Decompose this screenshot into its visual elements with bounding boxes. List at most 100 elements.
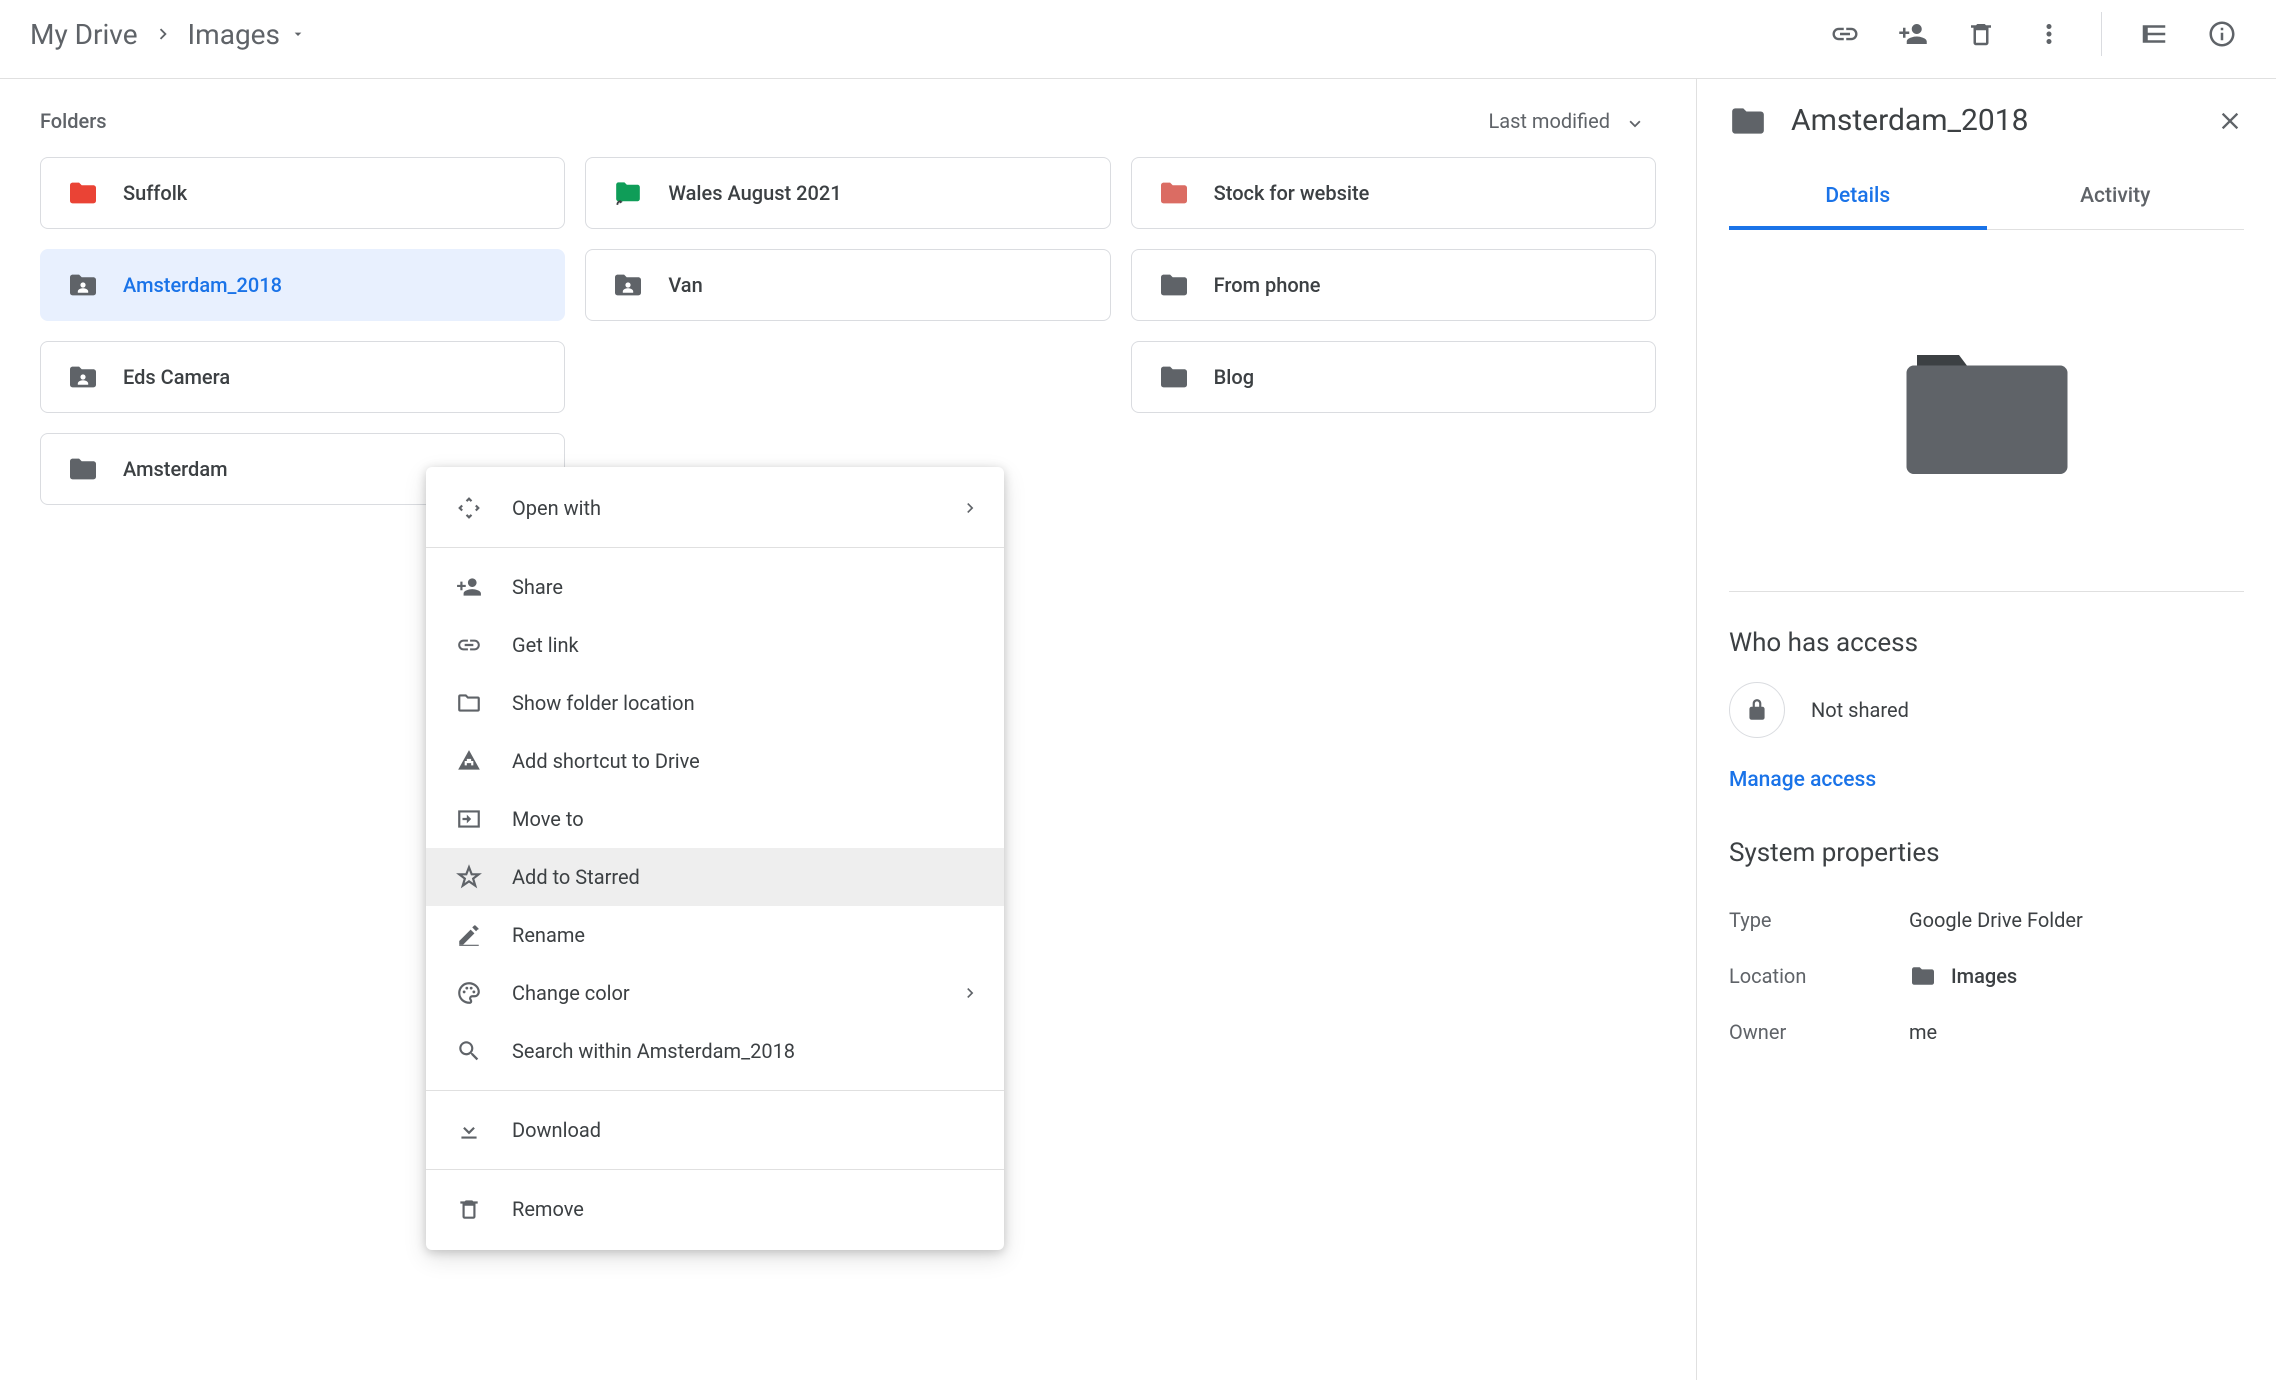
folder-name: Amsterdam_2018 (123, 273, 282, 297)
menu-show-location[interactable]: Show folder location (426, 674, 1004, 732)
trash-button[interactable] (1957, 10, 2005, 58)
folder-name: From phone (1214, 273, 1321, 297)
lock-icon (1729, 682, 1785, 738)
more-button[interactable] (2025, 10, 2073, 58)
main-area: Folders Last modified Suffolk Wales Augu… (0, 79, 1696, 1380)
prop-label: Location (1729, 964, 1909, 988)
folder-icon (1729, 105, 1767, 137)
menu-get-link[interactable]: Get link (426, 616, 1004, 674)
prop-value[interactable]: Images (1909, 964, 2017, 988)
menu-add-starred[interactable]: Add to Starred (426, 848, 1004, 906)
folder-card[interactable]: Van (585, 249, 1110, 321)
menu-divider (426, 1090, 1004, 1091)
folder-card[interactable]: Suffolk (40, 157, 565, 229)
breadcrumb-root-label: My Drive (30, 18, 138, 51)
details-tabs: Details Activity (1729, 166, 2244, 230)
folder-icon (1158, 364, 1190, 390)
folder-icon (454, 688, 484, 718)
prop-owner: Owner me (1729, 1004, 2244, 1060)
prop-location: Location Images (1729, 948, 2244, 1004)
get-link-button[interactable] (1821, 10, 1869, 58)
menu-download[interactable]: Download (426, 1101, 1004, 1159)
menu-open-with[interactable]: Open with (426, 479, 1004, 537)
rename-icon (454, 920, 484, 950)
manage-access-link[interactable]: Manage access (1729, 768, 1876, 792)
menu-divider (426, 1169, 1004, 1170)
toolbar-divider (2101, 12, 2102, 56)
menu-label: Get link (512, 633, 579, 657)
folder-icon (612, 272, 644, 298)
breadcrumbs: My Drive Images (30, 18, 306, 51)
folder-icon (1158, 180, 1190, 206)
folder-name: Stock for website (1214, 181, 1370, 205)
folder-icon (67, 456, 99, 482)
access-status-row: Not shared (1729, 682, 2244, 738)
palette-icon (454, 978, 484, 1008)
menu-label: Search within Amsterdam_2018 (512, 1039, 795, 1063)
link-icon (454, 630, 484, 660)
menu-move-to[interactable]: Move to (426, 790, 1004, 848)
folder-card[interactable]: Blog (1131, 341, 1656, 413)
trash-icon (454, 1194, 484, 1224)
star-icon (454, 862, 484, 892)
section-title: Folders (40, 109, 107, 133)
menu-remove[interactable]: Remove (426, 1180, 1004, 1238)
menu-add-shortcut[interactable]: Add shortcut to Drive (426, 732, 1004, 790)
menu-label: Move to (512, 807, 584, 831)
share-icon (454, 572, 484, 602)
arrow-down-icon (1624, 110, 1646, 132)
access-status: Not shared (1811, 698, 1909, 722)
folder-preview-icon (1897, 341, 2077, 481)
folder-card[interactable]: From phone (1131, 249, 1656, 321)
menu-search-within[interactable]: Search within Amsterdam_2018 (426, 1022, 1004, 1080)
menu-rename[interactable]: Rename (426, 906, 1004, 964)
props-heading: System properties (1729, 838, 2244, 868)
breadcrumb-current-label: Images (188, 18, 280, 51)
folder-name: Amsterdam (123, 457, 228, 481)
view-toggle-button[interactable] (2130, 10, 2178, 58)
prop-type: Type Google Drive Folder (1729, 892, 2244, 948)
search-icon (454, 1036, 484, 1066)
menu-label: Change color (512, 981, 630, 1005)
sort-control[interactable]: Last modified (1488, 109, 1646, 133)
folder-card[interactable]: Wales August 2021 (585, 157, 1110, 229)
breadcrumb-root[interactable]: My Drive (30, 18, 138, 51)
header: My Drive Images (0, 0, 2276, 79)
preview-area (1729, 230, 2244, 592)
folder-name: Wales August 2021 (668, 181, 841, 205)
close-button[interactable] (2216, 107, 2244, 135)
chevron-right-icon (960, 983, 980, 1003)
info-button[interactable] (2198, 10, 2246, 58)
folder-name: Eds Camera (123, 365, 230, 389)
breadcrumb-current[interactable]: Images (188, 18, 306, 51)
menu-label: Add shortcut to Drive (512, 749, 700, 773)
folder-card[interactable]: Eds Camera (40, 341, 565, 413)
menu-label: Open with (512, 496, 601, 520)
caret-down-icon (290, 26, 306, 42)
menu-change-color[interactable]: Change color (426, 964, 1004, 1022)
tab-details[interactable]: Details (1729, 166, 1987, 230)
menu-share[interactable]: Share (426, 558, 1004, 616)
sort-label: Last modified (1488, 109, 1610, 133)
location-name: Images (1951, 964, 2017, 988)
open-with-icon (454, 493, 484, 523)
menu-label: Show folder location (512, 691, 695, 715)
folder-card[interactable]: Stock for website (1131, 157, 1656, 229)
folder-name: Van (668, 273, 702, 297)
share-button[interactable] (1889, 10, 1937, 58)
menu-divider (426, 547, 1004, 548)
folder-grid: Suffolk Wales August 2021 Stock for webs… (40, 157, 1656, 505)
prop-value: me (1909, 1020, 1937, 1044)
folder-name: Blog (1214, 365, 1254, 389)
folder-icon (67, 364, 99, 390)
move-icon (454, 804, 484, 834)
menu-label: Remove (512, 1197, 584, 1221)
prop-label: Type (1729, 908, 1909, 932)
chevron-right-icon (152, 23, 174, 45)
folder-icon (612, 180, 644, 206)
tab-activity[interactable]: Activity (1987, 166, 2245, 229)
folder-card[interactable]: Amsterdam_2018 (40, 249, 565, 321)
folder-name: Suffolk (123, 181, 187, 205)
toolbar (1821, 10, 2246, 58)
folder-icon (67, 180, 99, 206)
